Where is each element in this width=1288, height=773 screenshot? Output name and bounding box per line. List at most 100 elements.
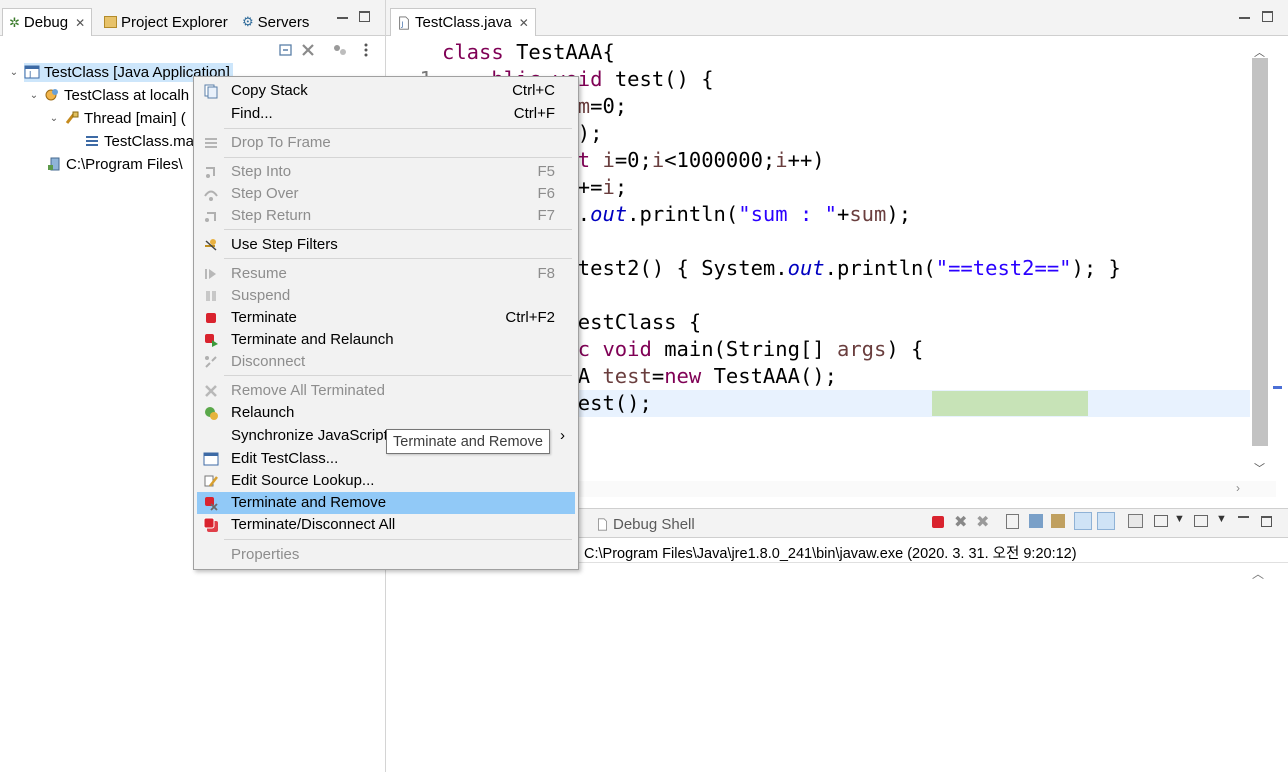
code-token: test2() { System. xyxy=(577,256,788,280)
console-output[interactable]: ︿ xyxy=(386,562,1288,773)
menu-item-label: Use Step Filters xyxy=(231,236,338,253)
chevron-down-icon[interactable]: ⌄ xyxy=(28,90,40,101)
menu-item-drop-to-frame[interactable]: Drop To Frame xyxy=(197,132,575,154)
drop-to-frame-icon xyxy=(205,138,217,148)
menu-item-suspend[interactable]: Suspend xyxy=(197,285,575,307)
minimize-icon[interactable] xyxy=(1239,14,1250,19)
menu-item-label: Step Into xyxy=(231,163,292,180)
collapse-all-icon[interactable] xyxy=(278,42,294,58)
remove-launch-icon[interactable]: ✖ xyxy=(954,512,967,532)
menu-separator xyxy=(224,229,572,230)
suspend-icon xyxy=(206,291,216,301)
menu-item-disconnect[interactable]: Disconnect xyxy=(197,351,575,373)
menu-item-terminate[interactable]: Terminate Ctrl+F2 xyxy=(197,307,575,329)
menu-item-step-over[interactable]: Step Over F6 xyxy=(197,183,575,205)
menu-item-copy-stack[interactable]: Copy Stack Ctrl+C xyxy=(197,80,575,102)
code-line: class TestAAA{ xyxy=(442,39,615,66)
vm-icon xyxy=(45,89,58,101)
code-token: = xyxy=(651,364,665,388)
maximize-icon[interactable] xyxy=(1262,11,1273,22)
chevron-down-icon[interactable]: ⌄ xyxy=(8,67,20,78)
editor-tabbar: J TestClass.java ✕ xyxy=(386,0,1288,36)
menu-item-label: Relaunch xyxy=(231,404,295,421)
code-token: args xyxy=(836,337,887,361)
tree-item-label: Thread [main] ( xyxy=(84,109,186,127)
menu-item-label: Synchronize JavaScript xyxy=(231,427,388,444)
code-token: i xyxy=(602,175,615,199)
chevron-down-icon[interactable]: ▼ xyxy=(1174,513,1185,525)
resume-icon xyxy=(205,269,216,279)
process-icon xyxy=(48,157,60,171)
menu-item-resume[interactable]: Resume F8 xyxy=(197,263,575,285)
tree-item-label: TestClass at localh xyxy=(64,86,190,104)
tree-item-label: TestClass.ma xyxy=(104,132,195,150)
chevron-down-icon[interactable]: ▼ xyxy=(1216,513,1227,525)
menu-item-shortcut: F8 xyxy=(537,265,555,282)
menu-separator xyxy=(224,539,572,540)
show-console-on-stdout-icon[interactable] xyxy=(1074,512,1092,530)
menu-item-label: Suspend xyxy=(231,287,291,304)
code-token: ++) xyxy=(787,148,825,172)
menu-item-step-into[interactable]: Step Into F5 xyxy=(197,161,575,183)
terminate-all-icon xyxy=(203,517,218,532)
tree-item-vm[interactable]: ⌄ TestClass at localh xyxy=(28,84,189,106)
editor-scroll-thumb[interactable] xyxy=(1252,58,1268,446)
menu-item-label: Properties xyxy=(231,546,300,563)
tree-item-thread[interactable]: ⌄ Thread [main] ( xyxy=(48,107,186,129)
display-console-icon[interactable] xyxy=(1154,515,1168,527)
tab-servers[interactable]: ⚙ Servers xyxy=(236,8,315,36)
line-number-gutter: 1 xyxy=(386,39,432,91)
menu-item-properties[interactable]: Properties xyxy=(197,544,575,566)
pin-console-icon[interactable] xyxy=(1128,514,1143,528)
code-token: test xyxy=(602,364,652,388)
svg-text:J: J xyxy=(28,70,31,79)
terminate-icon[interactable] xyxy=(932,516,944,528)
open-console-icon[interactable] xyxy=(1194,515,1208,527)
maximize-icon[interactable] xyxy=(359,11,370,22)
scroll-right-icon[interactable]: › xyxy=(1236,481,1240,495)
menu-item-edit-source-lookup[interactable]: Edit Source Lookup... xyxy=(197,470,575,492)
minimize-icon[interactable] xyxy=(337,14,348,19)
view-menu-icon[interactable] xyxy=(358,42,374,58)
context-menu: Copy Stack Ctrl+C Find... Ctrl+F Drop To Fra… xyxy=(193,76,579,570)
menu-item-use-step-filters[interactable]: Use Step Filters xyxy=(197,234,575,256)
menu-item-terminate-disconnect-all[interactable]: Terminate/Disconnect All xyxy=(197,514,575,536)
tree-item-stack-frame[interactable]: TestClass.ma xyxy=(84,130,194,152)
close-icon[interactable]: ✕ xyxy=(519,16,529,30)
scroll-up-icon[interactable]: ︿ xyxy=(1252,565,1264,582)
menu-item-remove-all-terminated[interactable]: Remove All Terminated xyxy=(197,380,575,402)
submenu-arrow-icon: › xyxy=(560,427,565,444)
tab-testclass-java[interactable]: J TestClass.java ✕ xyxy=(390,8,536,36)
tree-item-process[interactable]: C:\Program Files\ xyxy=(46,153,183,175)
scroll-down-icon[interactable]: ﹀ xyxy=(1254,460,1265,476)
remove-terminated-icon[interactable] xyxy=(300,42,316,58)
show-console-on-stderr-icon[interactable] xyxy=(1097,512,1115,530)
overview-ruler-marker[interactable] xyxy=(1273,386,1282,389)
code-token: main(String[] xyxy=(664,337,837,361)
menu-item-label: Resume xyxy=(231,265,287,282)
close-icon[interactable]: ✕ xyxy=(75,16,85,30)
menu-item-terminate-and-remove[interactable]: Terminate and Remove xyxy=(197,492,575,514)
tab-project-explorer[interactable]: Project Explorer xyxy=(98,8,234,36)
clear-console-icon[interactable] xyxy=(1006,514,1019,529)
chevron-down-icon[interactable]: ⌄ xyxy=(48,113,60,124)
debug-bug-icon: ✲ xyxy=(9,14,20,30)
menu-item-relaunch[interactable]: Relaunch xyxy=(197,402,575,424)
stack-frame-icon xyxy=(86,136,98,146)
word-wrap-icon[interactable] xyxy=(1051,514,1065,528)
maximize-icon[interactable] xyxy=(1261,516,1272,527)
scroll-up-icon[interactable]: ︿ xyxy=(1254,44,1265,60)
menu-item-step-return[interactable]: Step Return F7 xyxy=(197,205,575,227)
tab-debug-shell[interactable]: Debug Shell xyxy=(590,511,701,537)
menu-item-find[interactable]: Find... Ctrl+F xyxy=(197,103,575,125)
scroll-lock-icon[interactable] xyxy=(1029,514,1043,528)
menu-item-terminate-and-relaunch[interactable]: Terminate and Relaunch xyxy=(197,329,575,351)
menu-item-label: Remove All Terminated xyxy=(231,382,385,399)
tab-debug[interactable]: ✲ Debug ✕ xyxy=(2,8,93,36)
debug-view-layout-icon[interactable] xyxy=(332,42,348,58)
code-token: ); xyxy=(886,202,912,226)
minimize-icon[interactable] xyxy=(1238,513,1249,518)
execution-highlight xyxy=(932,391,1088,416)
remove-all-terminated-icon[interactable]: ✖ xyxy=(976,512,989,532)
tab-servers-label: Servers xyxy=(257,13,310,31)
